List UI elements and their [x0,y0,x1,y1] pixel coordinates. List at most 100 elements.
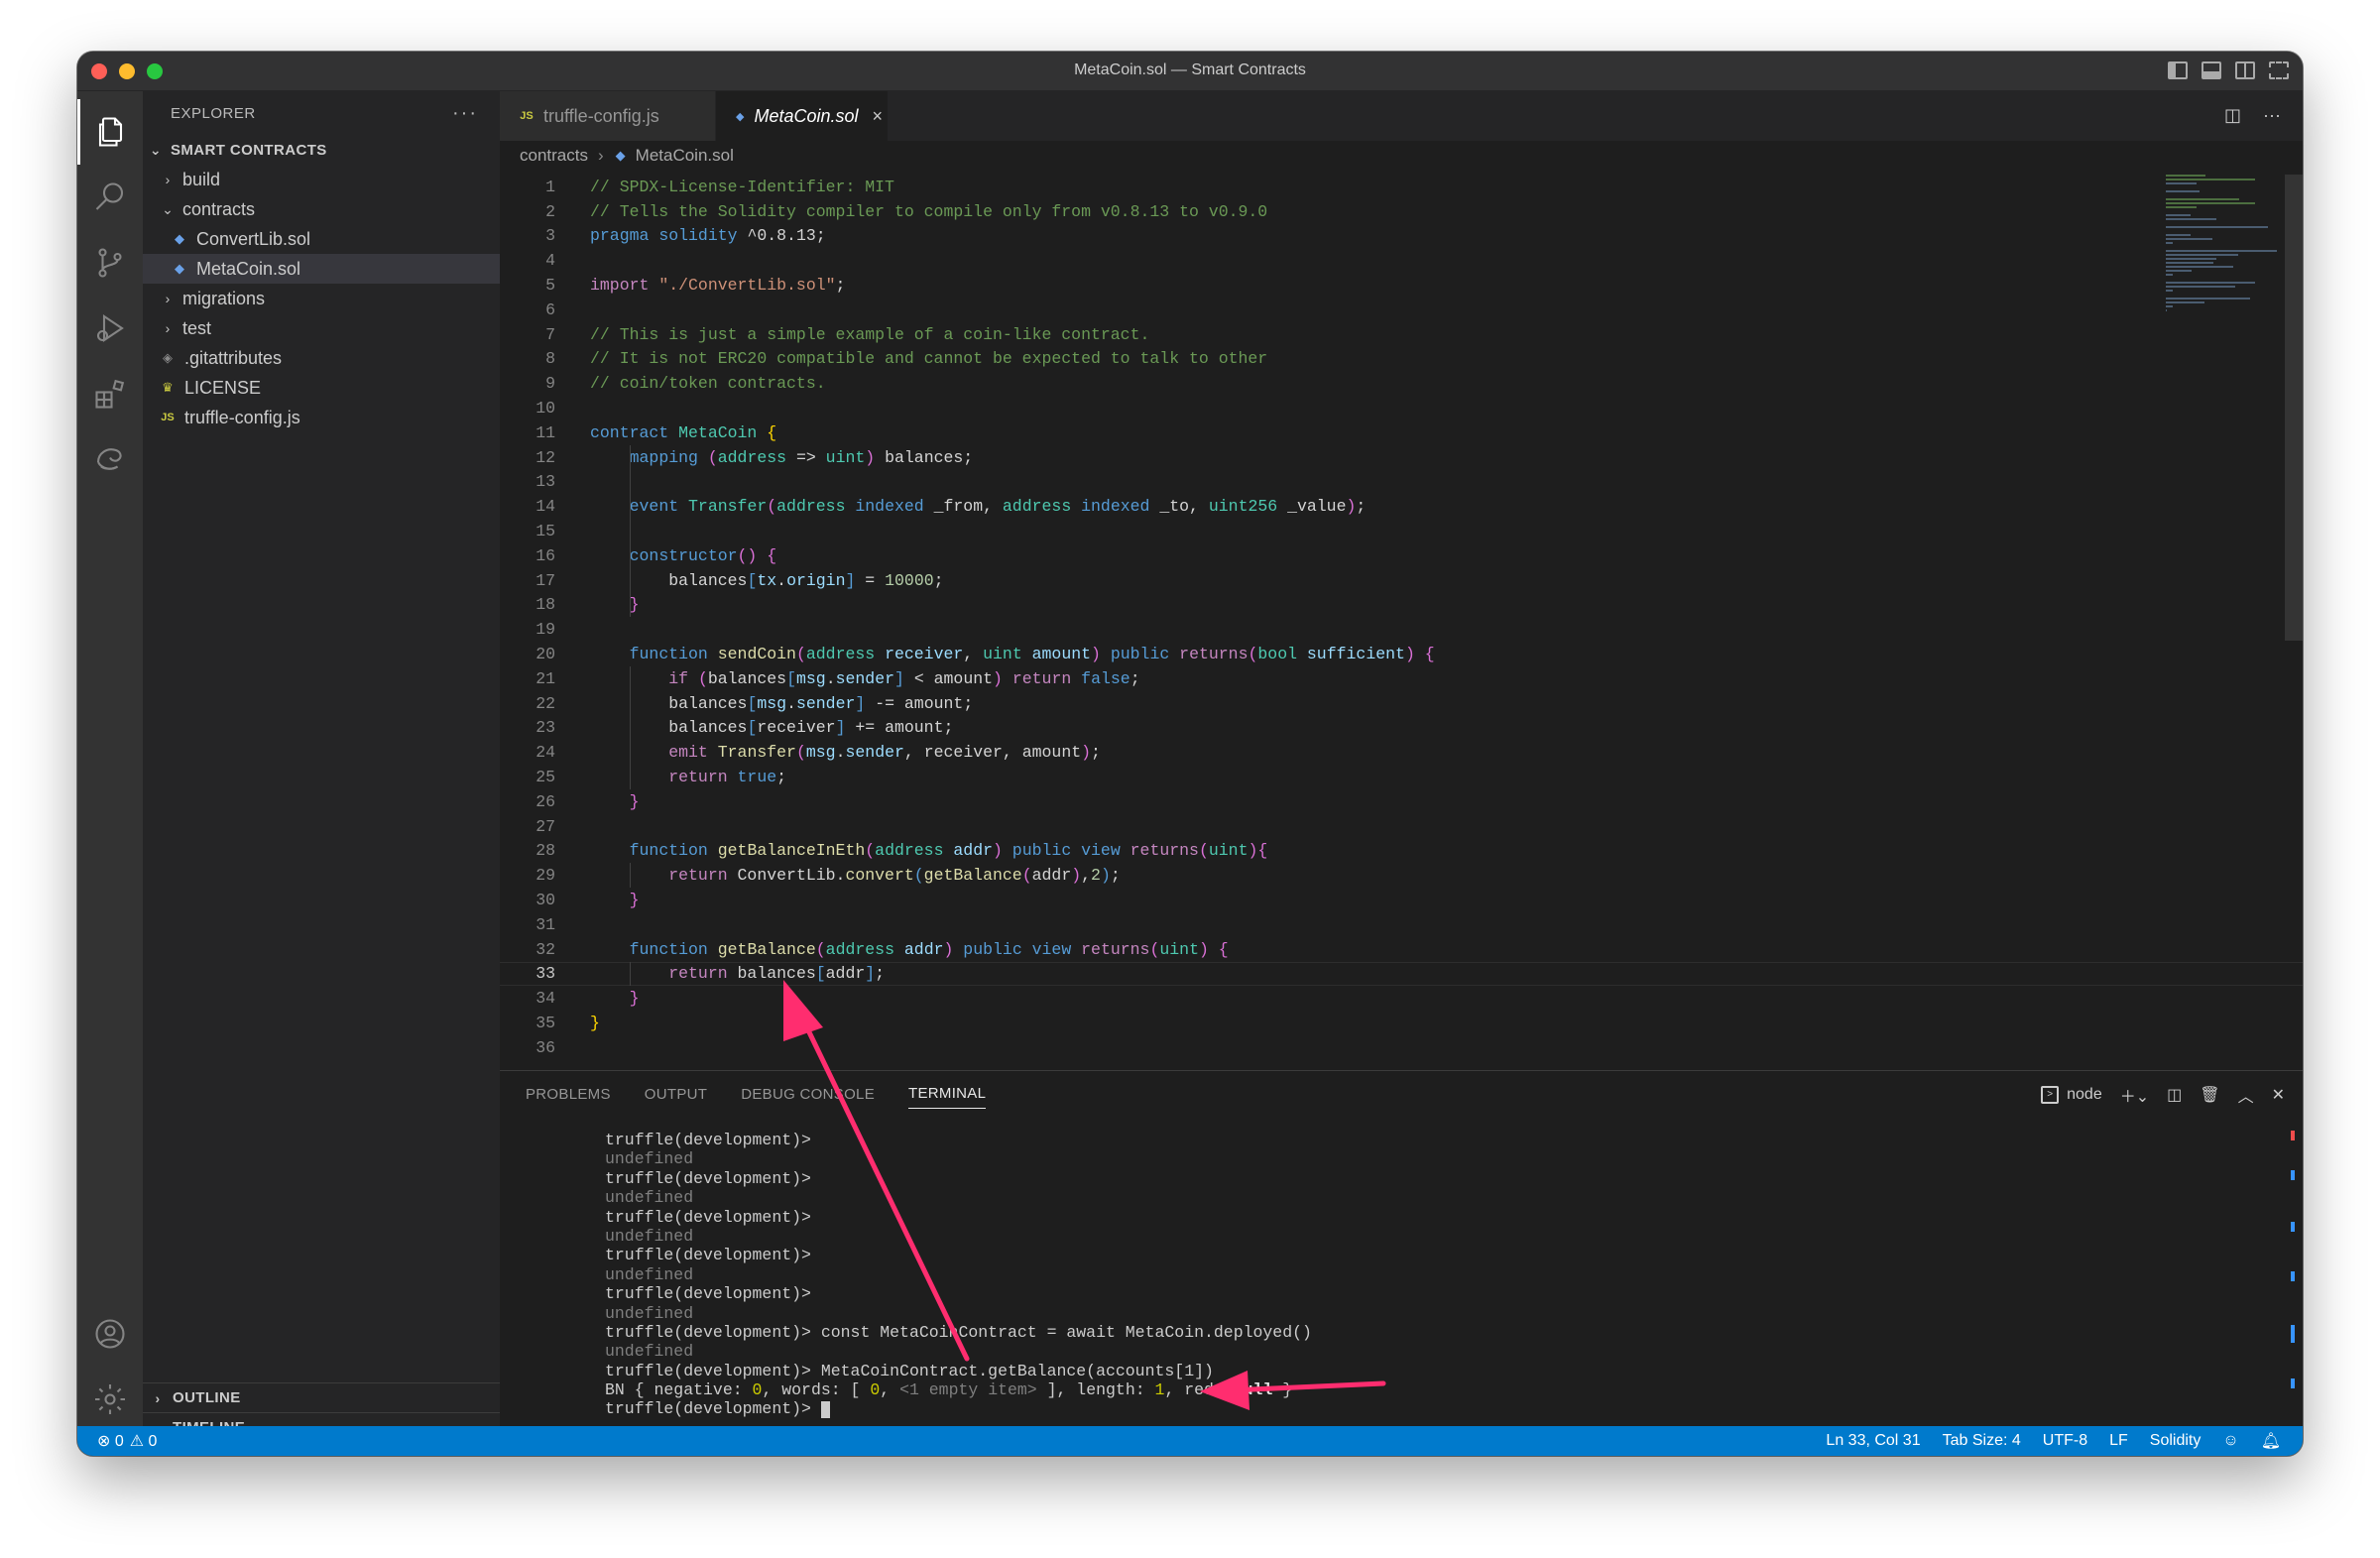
tab-metacoin[interactable]: ◆ MetaCoin.sol × [716,91,889,141]
file-item[interactable]: ◈ .gitattributes [143,343,500,373]
code-line[interactable]: 36 [500,1035,2303,1060]
folder-item[interactable]: ⌄ contracts [143,194,500,224]
folder-item[interactable]: › migrations [143,284,500,313]
panel-tab-output[interactable]: OUTPUT [645,1086,707,1103]
code-line[interactable]: 27 [500,814,2303,839]
code-line[interactable]: 5 import "./ConvertLib.sol"; [500,273,2303,298]
code-token: } [629,989,640,1009]
explorer-icon[interactable] [77,99,143,165]
trash-icon[interactable]: 🗑︎ [2200,1085,2219,1105]
code-token: address [805,645,886,664]
code-line[interactable]: 1 // SPDX-License-Identifier: MIT [500,175,2303,199]
code-line[interactable]: 3 pragma solidity ^0.8.13; [500,224,2303,249]
file-item[interactable]: JS truffle-config.js [143,403,500,432]
source-control-icon[interactable] [77,230,143,296]
code-line[interactable]: 7 // This is just a simple example of a c… [500,322,2303,347]
code-line[interactable]: 12 mapping (address => uint) balances; [500,445,2303,470]
tab-size[interactable]: Tab Size: 4 [1943,1432,2021,1450]
code-line[interactable]: 23 balances[receiver] += amount; [500,716,2303,741]
settings-gear-icon[interactable] [77,1367,143,1432]
terminal-selector[interactable]: > node [2041,1086,2102,1104]
code-line[interactable]: 11 contract MetaCoin { [500,420,2303,445]
breadcrumb-file[interactable]: MetaCoin.sol [636,146,734,166]
code-line[interactable]: 33 return balances[addr]; [500,961,2303,987]
new-terminal-icon[interactable]: ＋⌄ [2120,1083,2149,1107]
code-line[interactable]: 31 [500,912,2303,937]
file-item[interactable]: ◆ MetaCoin.sol [143,254,500,284]
code-token: ( [707,447,718,467]
close-tab-icon[interactable]: × [873,106,884,127]
code-line[interactable]: 6 [500,298,2303,322]
tab-truffle-config[interactable]: JS truffle-config.js [500,91,716,141]
code-line[interactable]: 20 function sendCoin(address receiver, u… [500,642,2303,666]
code-token: ; [875,964,886,984]
toggle-panel-icon[interactable] [2202,61,2221,79]
code-line[interactable]: 14 event Transfer(address indexed _from,… [500,494,2303,519]
run-debug-icon[interactable] [77,296,143,361]
panel-tab-problems[interactable]: PROBLEMS [526,1086,611,1103]
code-line[interactable]: 28 function getBalanceInEth(address addr… [500,839,2303,864]
file-item[interactable]: ◆ ConvertLib.sol [143,224,500,254]
code-line[interactable]: 25 return true; [500,765,2303,789]
code-line[interactable]: 19 [500,617,2303,642]
code-line[interactable]: 15 [500,519,2303,543]
split-terminal-icon[interactable]: ◫ [2167,1085,2182,1105]
search-icon[interactable] [77,165,143,230]
code-line[interactable]: 21 if (balances[msg.sender] < amount) re… [500,666,2303,691]
code-line[interactable]: 26 } [500,789,2303,814]
notifications-bell-icon[interactable]: 🔔︎ [2261,1431,2281,1451]
outline-section[interactable]: › OUTLINE [143,1382,500,1412]
code-line[interactable]: 34 } [500,986,2303,1011]
code-line[interactable]: 29 return ConvertLib.convert(getBalance(… [500,863,2303,888]
panel-tab-debug-console[interactable]: DEBUG CONSOLE [741,1086,875,1103]
close-panel-icon[interactable]: ✕ [2272,1085,2285,1105]
workspace-folder[interactable]: ⌄ SMART CONTRACTS [143,135,500,165]
code-line[interactable]: 17 balances[tx.origin] = 10000; [500,568,2303,593]
code-line[interactable]: 8 // It is not ERC20 compatible and canno… [500,347,2303,372]
folder-item[interactable]: › test [143,313,500,343]
code-line[interactable]: 9 // coin/token contracts. [500,371,2303,396]
toggle-secondary-sidebar-icon[interactable] [2235,61,2255,79]
code-line[interactable]: 4 [500,248,2303,273]
code-line[interactable]: 22 balances[msg.sender] -= amount; [500,691,2303,716]
panel-tab-terminal[interactable]: TERMINAL [908,1085,987,1109]
split-editor-icon[interactable]: ◫ [2224,105,2241,126]
code-token: return [1002,668,1082,688]
folder-item[interactable]: › build [143,165,500,194]
code-line[interactable]: 18 } [500,593,2303,618]
code-token: addr [1031,866,1072,886]
code-line[interactable]: 32 function getBalance(address addr) pub… [500,937,2303,962]
code-line[interactable]: 30 } [500,888,2303,912]
more-actions-icon[interactable]: ··· [2263,105,2281,126]
toggle-primary-sidebar-icon[interactable] [2168,61,2188,79]
truffle-icon[interactable] [77,426,143,492]
feedback-icon[interactable]: ☺ [2222,1432,2238,1450]
problems-status[interactable]: ⊗ 0 ⚠ 0 [77,1431,157,1451]
maximize-panel-icon[interactable]: ︿ [2238,1083,2254,1107]
more-actions-icon[interactable]: ··· [452,102,478,125]
editor-scrollbar[interactable] [2285,175,2303,641]
tree-item-label: ConvertLib.sol [196,228,311,249]
minimap-line [2166,179,2255,180]
minimap[interactable] [2166,175,2285,311]
terminal-output[interactable]: truffle(development)> undefined truffle(de… [605,1131,1312,1419]
code-line[interactable]: 2 // Tells the Solidity compiler to compi… [500,199,2303,224]
code-line[interactable]: 16 constructor() { [500,543,2303,568]
code-line[interactable]: 24 emit Transfer(msg.sender, receiver, a… [500,740,2303,765]
code-line[interactable]: 13 [500,470,2303,495]
code-line[interactable]: 10 [500,396,2303,420]
customize-layout-icon[interactable] [2269,61,2289,79]
code-editor[interactable]: 1 // SPDX-License-Identifier: MIT 2 // Tell… [500,175,2303,1060]
eol[interactable]: LF [2109,1432,2128,1450]
cursor-position[interactable]: Ln 33, Col 31 [1826,1432,1920,1450]
encoding[interactable]: UTF-8 [2043,1432,2087,1450]
accounts-icon[interactable] [77,1301,143,1367]
language-mode[interactable]: Solidity [2150,1432,2202,1450]
js-file-icon: JS [161,412,175,423]
file-item[interactable]: ♛ LICENSE [143,373,500,403]
breadcrumb-folder[interactable]: contracts [520,146,588,166]
extensions-icon[interactable] [77,361,143,426]
code-line[interactable]: 35} [500,1011,2303,1035]
terminal-line: truffle(development)> [605,1246,811,1265]
